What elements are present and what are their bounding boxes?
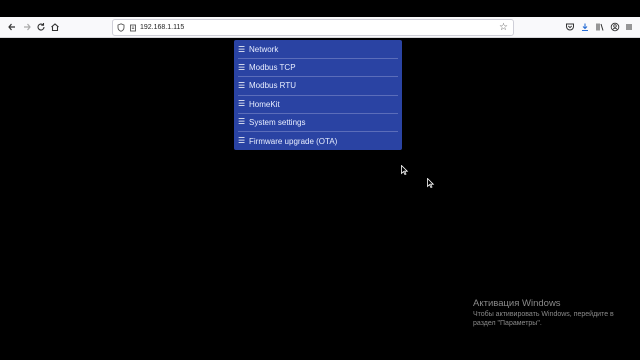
library-icon[interactable] [592, 19, 608, 35]
browser-toolbar: 192.168.1.115 ☆ [0, 17, 640, 38]
pocket-icon[interactable] [562, 19, 578, 35]
menu-item-label: System settings [249, 117, 306, 127]
hamburger-menu-icon[interactable] [621, 19, 637, 35]
menu-icon: ☰ [238, 117, 246, 127]
back-arrow-icon[interactable] [4, 19, 20, 35]
menu-item-modbus-rtu[interactable]: ☰ Modbus RTU [238, 77, 398, 96]
menu-item-label: Modbus RTU [249, 81, 296, 91]
menu-item-label: Network [249, 45, 279, 55]
address-bar[interactable]: 192.168.1.115 ☆ [112, 19, 514, 36]
home-icon[interactable] [47, 19, 63, 35]
menu-icon: ☰ [238, 99, 246, 109]
menu-item-firmware-upgrade[interactable]: ☰ Firmware upgrade (OTA) [238, 132, 398, 150]
menu-item-label: Modbus TCP [249, 63, 296, 73]
downloads-icon[interactable] [577, 19, 593, 35]
menu-item-label: HomeKit [249, 99, 280, 109]
menu-item-homekit[interactable]: ☰ HomeKit [238, 96, 398, 114]
menu-item-system-settings[interactable]: ☰ System settings [238, 114, 398, 132]
menu-item-label: Firmware upgrade (OTA) [249, 136, 338, 146]
settings-menu: ☰ Network ☰ Modbus TCP ☰ Modbus RTU ☰ Ho… [234, 40, 402, 150]
shield-icon[interactable] [115, 21, 127, 34]
menu-icon: ☰ [238, 62, 246, 72]
page-info-icon[interactable] [127, 21, 139, 34]
windows-activation-title: Активация Windows [473, 298, 561, 309]
menu-icon: ☰ [238, 80, 246, 90]
mouse-cursor-icon [401, 165, 409, 175]
url-text[interactable]: 192.168.1.115 [140, 22, 184, 34]
menu-icon: ☰ [238, 136, 246, 146]
windows-activation-text: Чтобы активировать Windows, перейдите в [473, 311, 614, 318]
menu-item-modbus-tcp[interactable]: ☰ Modbus TCP [238, 59, 398, 78]
mouse-cursor-icon [427, 178, 435, 188]
bookmark-star-icon[interactable]: ☆ [499, 21, 508, 35]
menu-item-network[interactable]: ☰ Network [238, 41, 398, 60]
windows-activation-text: раздел "Параметры". [473, 320, 542, 327]
menu-icon: ☰ [238, 44, 246, 54]
